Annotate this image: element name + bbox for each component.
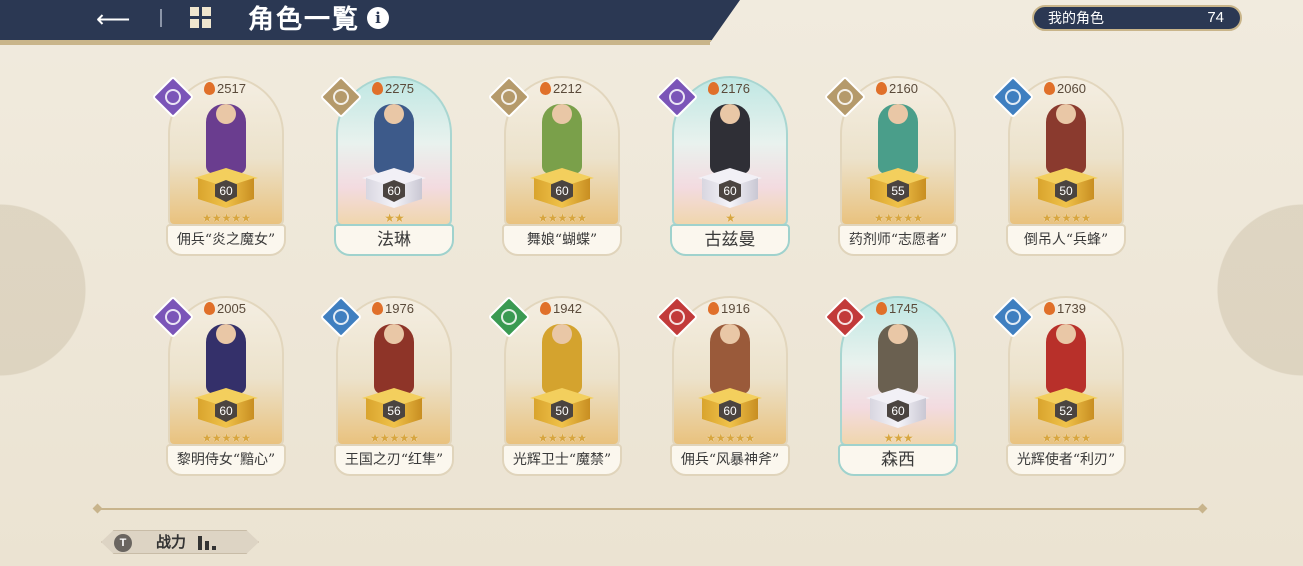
sort-bars-icon <box>198 536 218 550</box>
my-characters-counter: 我的角色 74 <box>1032 5 1242 31</box>
sort-label: 战力 <box>156 534 187 551</box>
power-value: 1745 <box>876 300 918 318</box>
pedestal: 60 <box>194 388 258 430</box>
character-sprite <box>710 104 750 174</box>
header-edge <box>0 42 710 45</box>
character-sprite <box>542 324 582 394</box>
character-card[interactable]: 55 ★★★★★ 药剂师“志愿者” 2160 <box>823 75 962 258</box>
section-divider <box>98 508 1202 510</box>
character-name: 光辉卫士“魔禁” <box>502 444 622 476</box>
pedestal: 56 <box>362 388 426 430</box>
star-rating: ★★★★★ <box>1041 431 1092 445</box>
page-title: 角色一覧 <box>248 4 361 34</box>
my-characters-count: 74 <box>1207 9 1224 26</box>
character-sprite <box>206 104 246 174</box>
star-rating: ★★★★★ <box>1041 211 1092 225</box>
grid-menu-icon[interactable] <box>190 7 212 29</box>
power-value: 2176 <box>708 80 750 98</box>
my-characters-label: 我的角色 <box>1048 10 1104 26</box>
fire-icon <box>708 302 719 315</box>
pedestal: 60 <box>698 168 762 210</box>
character-sprite <box>1046 324 1086 394</box>
star-rating: ★★★★★ <box>873 211 924 225</box>
character-card[interactable]: 56 ★★★★★ 王国之刃“红隼” 1976 <box>319 295 458 478</box>
star-rating: ★ <box>725 211 736 225</box>
star-rating: ★★★★★ <box>537 431 588 445</box>
pedestal: 60 <box>530 168 594 210</box>
character-card[interactable]: 50 ★★★★★ 光辉卫士“魔禁” 1942 <box>487 295 626 478</box>
back-arrow-icon[interactable]: ⟵ <box>96 6 130 34</box>
character-sprite <box>878 324 918 394</box>
character-card[interactable]: 60 ★★★★★ 黎明侍女“黯心” 2005 <box>151 295 290 478</box>
fire-icon <box>876 82 887 95</box>
fire-icon <box>876 302 887 315</box>
character-card[interactable]: 50 ★★★★★ 倒吊人“兵蜂” 2060 <box>991 75 1130 258</box>
pedestal: 52 <box>1034 388 1098 430</box>
character-sprite <box>710 324 750 394</box>
pedestal: 55 <box>866 168 930 210</box>
header-divider <box>160 9 162 27</box>
pedestal: 60 <box>698 388 762 430</box>
power-value: 1739 <box>1044 300 1086 318</box>
fire-icon <box>540 82 551 95</box>
fire-icon <box>708 82 719 95</box>
power-value: 2160 <box>876 80 918 98</box>
star-rating: ★★★★★ <box>537 211 588 225</box>
character-sprite <box>542 104 582 174</box>
character-name: 佣兵“炎之魔女” <box>166 224 286 256</box>
character-name: 光辉使者“利刃” <box>1006 444 1126 476</box>
character-name: 法琳 <box>334 224 454 256</box>
character-name: 倒吊人“兵蜂” <box>1006 224 1126 256</box>
character-sprite <box>374 104 414 174</box>
power-value: 1976 <box>372 300 414 318</box>
power-value: 2212 <box>540 80 582 98</box>
star-rating: ★★★★★ <box>201 431 252 445</box>
character-name: 药剂师“志愿者” <box>838 224 958 256</box>
character-card[interactable]: 60 ★ 古兹曼 2176 <box>655 75 794 258</box>
power-value: 2517 <box>204 80 246 98</box>
star-rating: ★★★★★ <box>705 431 756 445</box>
star-rating: ★★★ <box>883 431 913 445</box>
character-sprite <box>206 324 246 394</box>
power-value: 1942 <box>540 300 582 318</box>
character-name: 佣兵“风暴神斧” <box>670 444 790 476</box>
filter-icon: T <box>114 534 132 552</box>
pedestal: 50 <box>530 388 594 430</box>
star-rating: ★★★★★ <box>201 211 252 225</box>
character-card[interactable]: 60 ★★★★★ 佣兵“风暴神斧” 1916 <box>655 295 794 478</box>
fire-icon <box>1044 302 1055 315</box>
character-card[interactable]: 60 ★★★★★ 佣兵“炎之魔女” 2517 <box>151 75 290 258</box>
fire-icon <box>204 302 215 315</box>
character-card[interactable]: 60 ★★★★★ 舞娘“蝴蝶” 2212 <box>487 75 626 258</box>
pedestal: 60 <box>362 168 426 210</box>
character-name: 黎明侍女“黯心” <box>166 444 286 476</box>
character-name: 王国之刃“红隼” <box>334 444 454 476</box>
star-rating: ★★ <box>384 211 405 225</box>
character-sprite <box>1046 104 1086 174</box>
fire-icon <box>372 302 383 315</box>
fire-icon <box>1044 82 1055 95</box>
character-card[interactable]: 52 ★★★★★ 光辉使者“利刃” 1739 <box>991 295 1130 478</box>
sort-by-power-button[interactable]: T 战力 <box>101 530 259 554</box>
character-name: 古兹曼 <box>670 224 790 256</box>
pedestal: 50 <box>1034 168 1098 210</box>
character-sprite <box>374 324 414 394</box>
character-card[interactable]: 60 ★★★ 森西 1745 <box>823 295 962 478</box>
character-sprite <box>878 104 918 174</box>
fire-icon <box>204 82 215 95</box>
info-icon[interactable]: i <box>367 7 389 29</box>
fire-icon <box>540 302 551 315</box>
power-value: 2060 <box>1044 80 1086 98</box>
power-value: 2275 <box>372 80 414 98</box>
pedestal: 60 <box>866 388 930 430</box>
fire-icon <box>372 82 383 95</box>
pedestal: 60 <box>194 168 258 210</box>
character-name: 舞娘“蝴蝶” <box>502 224 622 256</box>
star-rating: ★★★★★ <box>369 431 420 445</box>
character-card[interactable]: 60 ★★ 法琳 2275 <box>319 75 458 258</box>
power-value: 1916 <box>708 300 750 318</box>
power-value: 2005 <box>204 300 246 318</box>
character-name: 森西 <box>838 444 958 476</box>
